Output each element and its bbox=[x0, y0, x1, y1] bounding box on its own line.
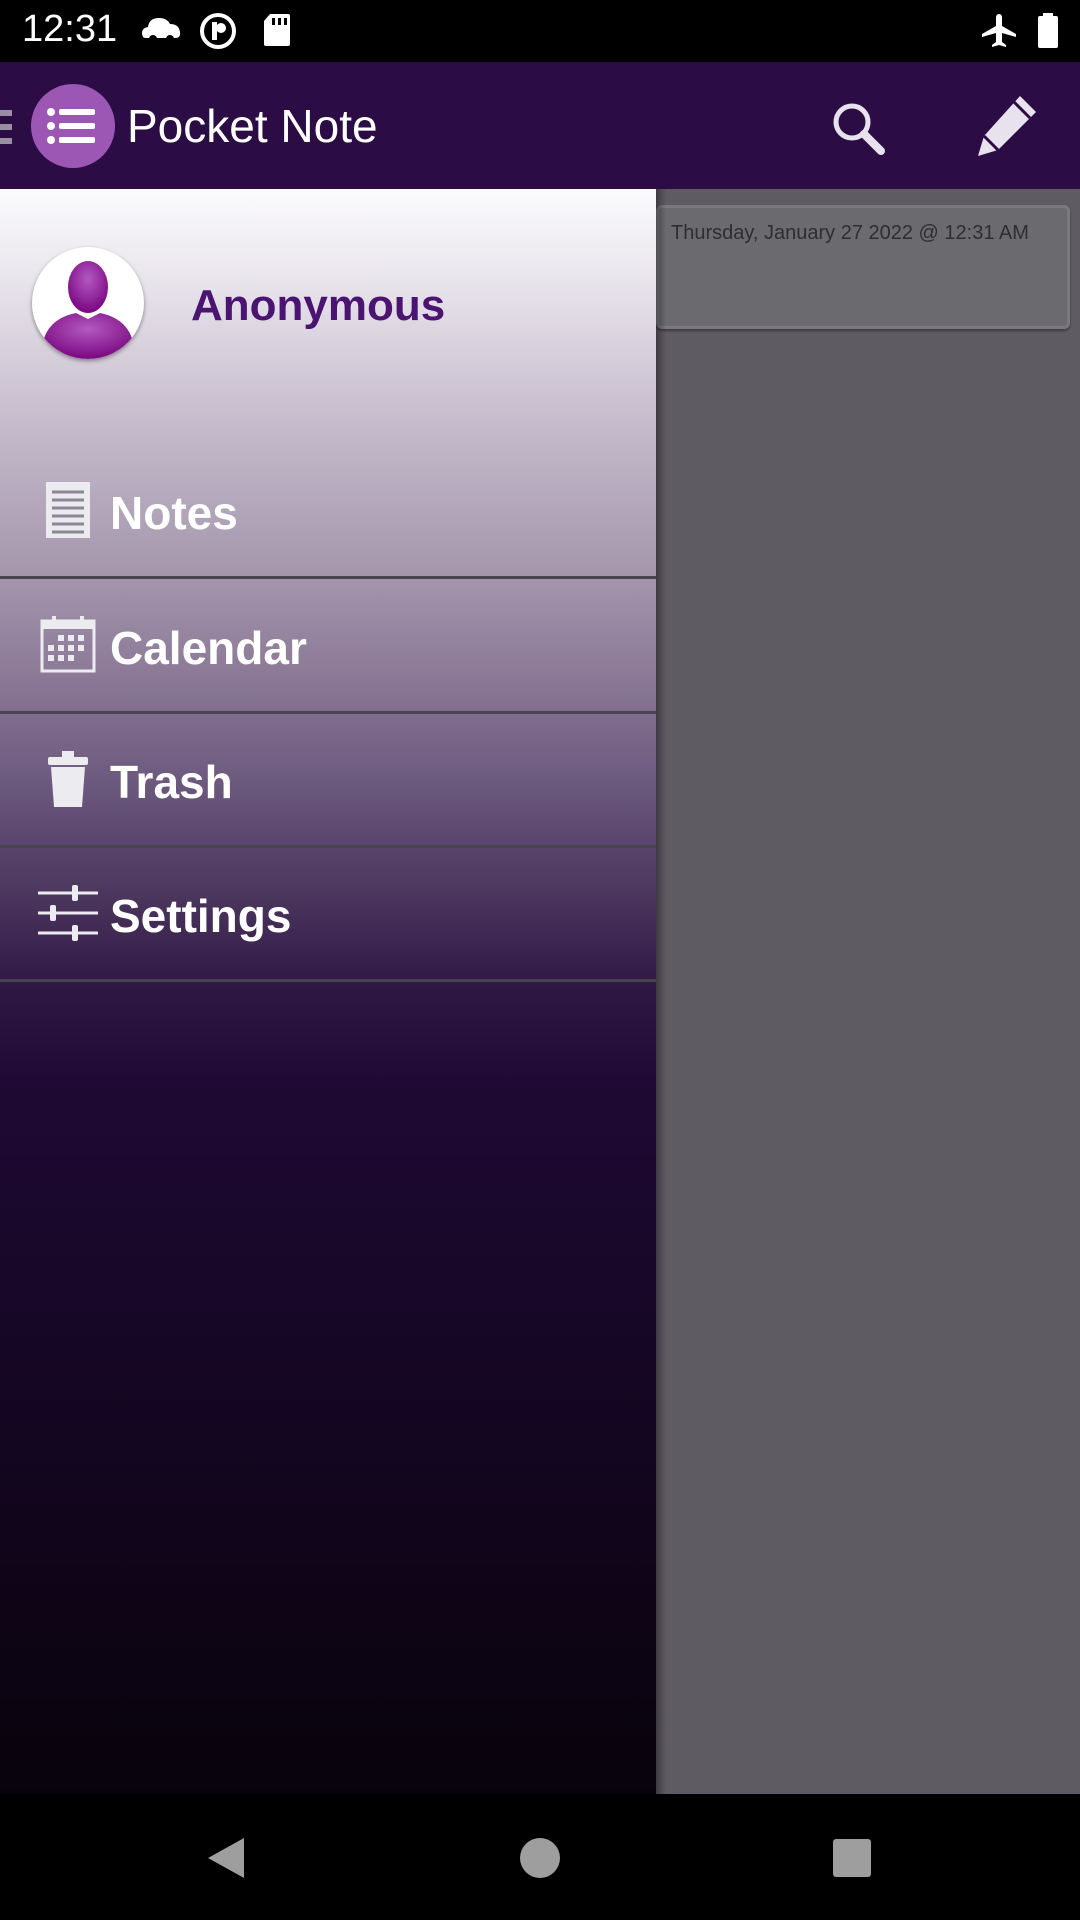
drawer-profile-header: Anonymous bbox=[0, 189, 656, 439]
sd-card-icon bbox=[264, 14, 290, 46]
calendar-icon bbox=[36, 615, 100, 675]
trash-icon bbox=[36, 749, 100, 809]
drawer-item-label: Settings bbox=[110, 890, 292, 942]
app-title: Pocket Note bbox=[127, 100, 378, 152]
drawer-item-label: Trash bbox=[110, 756, 233, 808]
drawer-item-label: Calendar bbox=[110, 622, 307, 674]
drawer-item-label: Notes bbox=[110, 487, 238, 539]
note-card[interactable]: Thursday, January 27 2022 @ 12:31 AM bbox=[656, 205, 1070, 329]
cloud-car-icon bbox=[142, 18, 181, 43]
avatar[interactable] bbox=[32, 247, 144, 359]
drawer-item-notes[interactable]: Notes bbox=[0, 444, 656, 579]
app-list-logo-icon[interactable] bbox=[31, 84, 115, 168]
airplane-mode-icon bbox=[982, 14, 1016, 47]
notes-icon bbox=[36, 480, 100, 540]
profile-name: Anonymous bbox=[191, 281, 446, 330]
circle-p-icon bbox=[200, 13, 236, 49]
back-icon[interactable] bbox=[204, 1834, 248, 1882]
home-icon[interactable] bbox=[518, 1834, 562, 1882]
drawer-item-trash[interactable]: Trash bbox=[0, 713, 656, 848]
note-date: Thursday, January 27 2022 @ 12:31 AM bbox=[671, 222, 1029, 244]
drawer-item-settings[interactable]: Settings bbox=[0, 847, 656, 982]
status-time: 12:31 bbox=[22, 8, 118, 50]
drawer-shadow bbox=[656, 189, 666, 1794]
navigation-bar bbox=[0, 1794, 1080, 1920]
sliders-icon bbox=[36, 883, 100, 943]
app-bar: Pocket Note bbox=[0, 62, 1080, 189]
recents-icon[interactable] bbox=[830, 1834, 874, 1882]
battery-icon bbox=[1038, 13, 1058, 48]
status-bar: 12:31 bbox=[0, 0, 1080, 62]
search-icon[interactable] bbox=[828, 98, 888, 158]
pencil-icon[interactable] bbox=[970, 90, 1042, 162]
navigation-drawer: Anonymous Notes Calendar Trash Settings bbox=[0, 189, 656, 1794]
menu-icon[interactable] bbox=[0, 110, 12, 152]
drawer-item-calendar[interactable]: Calendar bbox=[0, 579, 656, 714]
